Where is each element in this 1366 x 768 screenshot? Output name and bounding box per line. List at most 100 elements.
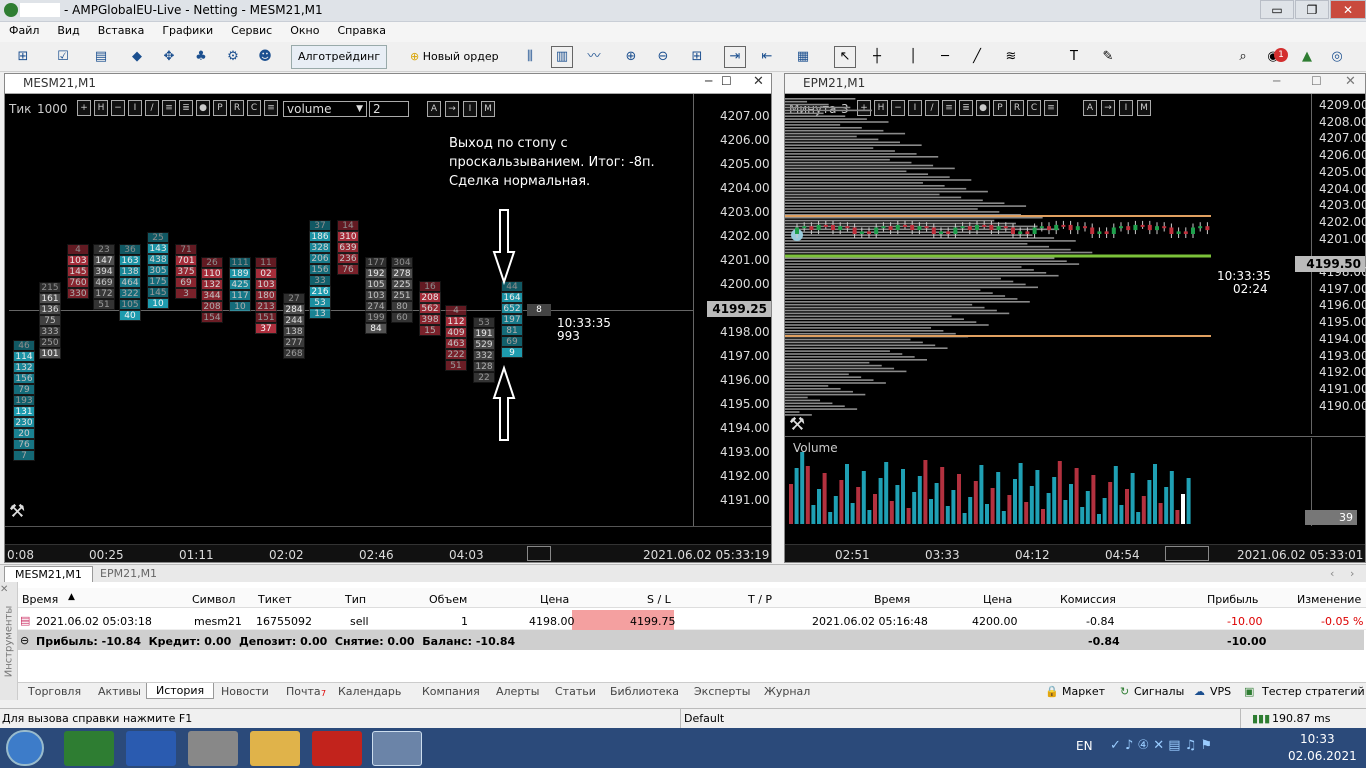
chart-max-icon[interactable]: ☐ xyxy=(1311,74,1322,88)
shapes-icon[interactable]: ✎ xyxy=(1097,46,1119,68)
col-header[interactable]: T / P xyxy=(748,593,772,606)
zoom-in-icon[interactable]: ⊕ xyxy=(620,46,642,68)
tile-icon[interactable]: ⊞ xyxy=(686,46,708,68)
community-icon[interactable]: ◎ xyxy=(1326,46,1348,68)
bar-chart-icon[interactable]: ⫼ xyxy=(519,46,541,68)
maximize-button[interactable]: ❐ xyxy=(1295,0,1329,19)
market-link[interactable]: Маркет xyxy=(1062,685,1105,698)
fibo-icon[interactable]: ≋ xyxy=(1000,46,1022,68)
tab-mail[interactable]: Почта xyxy=(286,685,321,698)
clock-time[interactable]: 10:33 xyxy=(1300,732,1335,746)
col-header[interactable]: Прибыль xyxy=(1207,593,1258,606)
m-tool-icon[interactable]: M xyxy=(481,101,495,117)
chart-max-icon[interactable]: ☐ xyxy=(721,74,732,88)
tab-articles[interactable]: Статьи xyxy=(555,685,596,698)
profiles-icon[interactable]: ☑ xyxy=(52,46,74,68)
tray-icons[interactable]: ✓ ♪ ④ ✕ ▤ ♫ ⚑ xyxy=(1110,738,1212,753)
chart-close-icon[interactable]: ✕ xyxy=(1345,74,1356,89)
tools-icon[interactable]: ⚒ xyxy=(789,414,805,435)
search-icon[interactable]: ⌕ xyxy=(1232,46,1254,68)
start-icon[interactable] xyxy=(6,730,44,766)
tester-icon[interactable]: ⚙ xyxy=(222,46,244,68)
metatrader-icon[interactable] xyxy=(372,731,422,766)
scroll-tool-icon[interactable]: ≡ xyxy=(264,100,278,116)
chart-min-icon[interactable]: ─ xyxy=(1273,74,1280,88)
tab-trade[interactable]: Торговля xyxy=(28,685,81,698)
menu-window[interactable]: Окно xyxy=(281,22,328,37)
new-order-button[interactable]: ⊕ Новый ордер xyxy=(403,45,506,69)
tools-icon[interactable]: ⚒ xyxy=(9,501,25,522)
toolbox-close-icon[interactable]: ✕ xyxy=(0,584,14,595)
dot-tool-icon[interactable]: ● xyxy=(196,100,210,116)
chart-shift-icon[interactable]: ⇤ xyxy=(756,46,778,68)
list-tool-icon[interactable]: ≣ xyxy=(179,100,193,116)
chart-min-icon[interactable]: ─ xyxy=(705,74,712,88)
tab-mesm21[interactable]: MESM21,M1 xyxy=(4,566,93,583)
arrow-tool-icon[interactable]: → xyxy=(445,101,459,117)
vertical-line-icon[interactable]: │ xyxy=(902,46,924,68)
value-stepper[interactable]: 2 xyxy=(369,101,409,117)
collapse-icon[interactable]: ⊖ xyxy=(20,634,29,647)
menu-file[interactable]: Файл xyxy=(0,22,48,37)
col-header[interactable]: Время xyxy=(874,593,910,606)
calculator-icon[interactable] xyxy=(188,731,238,766)
tab-library[interactable]: Библиотека xyxy=(610,685,679,698)
menu-charts[interactable]: Графики xyxy=(153,22,222,37)
col-header[interactable]: Комиссия xyxy=(1060,593,1116,606)
col-header[interactable]: Изменение xyxy=(1297,593,1361,606)
data-window-icon[interactable]: ◆ xyxy=(126,46,148,68)
tab-company[interactable]: Компания xyxy=(422,685,480,698)
h-tool-icon[interactable]: H xyxy=(94,100,108,116)
market-watch-icon[interactable]: ▤ xyxy=(90,46,112,68)
menu-service[interactable]: Сервис xyxy=(222,22,281,37)
tab-calendar[interactable]: Календарь xyxy=(338,685,401,698)
tester-link[interactable]: Тестер стратегий xyxy=(1262,685,1365,698)
horizontal-line-icon[interactable]: ─ xyxy=(934,46,956,68)
tab-news[interactable]: Новости xyxy=(221,685,269,698)
new-chart-icon[interactable]: ⊞ xyxy=(12,46,34,68)
col-header[interactable]: Объем xyxy=(429,593,467,606)
clock-date[interactable]: 02.06.2021 xyxy=(1288,749,1357,763)
chart-window-mesm21[interactable]: MESM21,M1 ─ ☐ ✕ Тик 1000 + H − I / ≡ ≣ ● P R C ≡ vo… xyxy=(4,73,772,563)
i-tool-icon[interactable]: I xyxy=(128,100,142,116)
vps-link[interactable]: VPS xyxy=(1210,685,1231,698)
opera-icon[interactable] xyxy=(312,731,362,766)
menu-view[interactable]: Вид xyxy=(48,22,88,37)
indicators-icon[interactable]: ▦ xyxy=(792,46,814,68)
minus-tool-icon[interactable]: − xyxy=(111,100,125,116)
chart-window-epm21[interactable]: EPM21,M1 ─ ☐ ✕ Минута 3 + H − I / ≡ ≣ ● P R C ≡ A → Ⅰ… xyxy=(784,73,1366,563)
scroll-box[interactable] xyxy=(1165,546,1209,561)
col-header[interactable]: S / L xyxy=(647,593,671,606)
r-tool-icon[interactable]: R xyxy=(230,100,244,116)
signals-link[interactable]: Сигналы xyxy=(1134,685,1184,698)
word-icon[interactable] xyxy=(126,731,176,766)
tab-epm21[interactable]: EPM21,M1 xyxy=(100,567,157,580)
navigator-icon[interactable]: ✥ xyxy=(158,46,180,68)
minimize-button[interactable]: ▭ xyxy=(1260,0,1294,19)
text-icon[interactable]: T xyxy=(1063,46,1085,68)
a-tool-icon[interactable]: A xyxy=(427,101,441,117)
terminal-icon[interactable]: ♣ xyxy=(190,46,212,68)
crosshair-icon[interactable]: ┼ xyxy=(866,46,888,68)
signals-icon[interactable]: ☻ xyxy=(254,46,276,68)
slash-tool-icon[interactable]: / xyxy=(145,100,159,116)
cursor-icon[interactable]: ↖ xyxy=(834,46,856,68)
col-header[interactable]: Тип xyxy=(345,593,366,606)
col-header[interactable]: Время xyxy=(22,593,58,606)
chart-close-icon[interactable]: ✕ xyxy=(753,74,764,89)
menu-insert[interactable]: Вставка xyxy=(89,22,154,37)
explorer-icon[interactable] xyxy=(250,731,300,766)
autoscroll-icon[interactable]: ⇥ xyxy=(724,46,746,68)
algo-trading-button[interactable]: Алготрейдинг xyxy=(291,45,388,69)
i-tool2-icon[interactable]: Ⅰ xyxy=(463,101,477,117)
col-header[interactable]: Тикет xyxy=(258,593,292,606)
tab-experts[interactable]: Эксперты xyxy=(694,685,750,698)
tabs-scroll-left-icon[interactable]: ‹ xyxy=(1330,567,1334,580)
close-button[interactable]: ✕ xyxy=(1330,0,1366,19)
col-header[interactable]: Цена xyxy=(540,593,569,606)
tab-journal[interactable]: Журнал xyxy=(764,685,810,698)
plus-tool-icon[interactable]: + xyxy=(77,100,91,116)
c-tool-icon[interactable]: C xyxy=(247,100,261,116)
tabs-scroll-right-icon[interactable]: › xyxy=(1350,567,1354,580)
tab-alerts[interactable]: Алерты xyxy=(496,685,539,698)
